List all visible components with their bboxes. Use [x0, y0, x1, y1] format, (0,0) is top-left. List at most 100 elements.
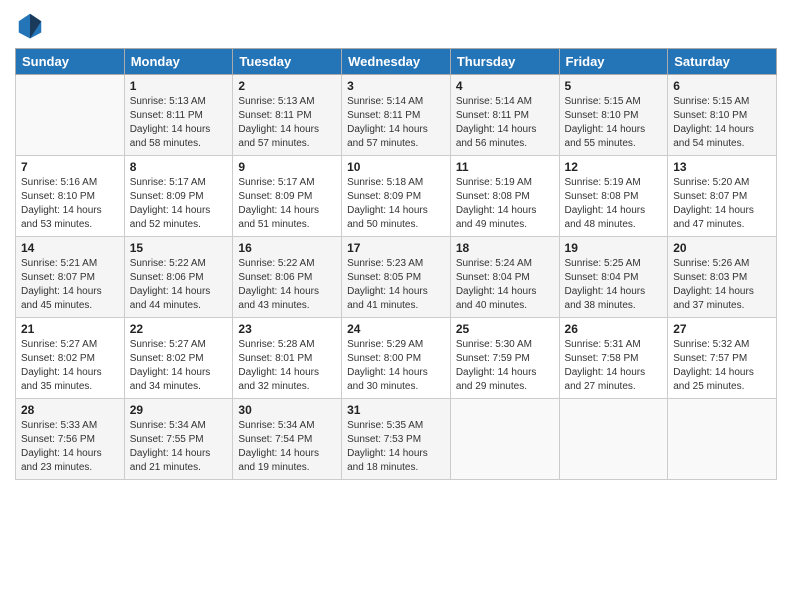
day-cell: 18 Sunrise: 5:24 AMSunset: 8:04 PMDayligh… — [450, 237, 559, 318]
day-number: 6 — [673, 79, 771, 93]
day-cell: 13 Sunrise: 5:20 AMSunset: 8:07 PMDayligh… — [668, 156, 777, 237]
day-info: Sunrise: 5:27 AMSunset: 8:02 PMDaylight:… — [130, 338, 228, 394]
day-number: 30 — [238, 403, 336, 417]
day-info: Sunrise: 5:15 AMSunset: 8:10 PMDaylight:… — [673, 95, 771, 151]
day-info: Sunrise: 5:34 AMSunset: 7:54 PMDaylight:… — [238, 419, 336, 475]
day-cell: 24 Sunrise: 5:29 AMSunset: 8:00 PMDayligh… — [342, 318, 451, 399]
day-cell: 8 Sunrise: 5:17 AMSunset: 8:09 PMDaylight… — [124, 156, 233, 237]
day-info: Sunrise: 5:21 AMSunset: 8:07 PMDaylight:… — [21, 257, 119, 313]
day-info: Sunrise: 5:24 AMSunset: 8:04 PMDaylight:… — [456, 257, 554, 313]
day-number: 18 — [456, 241, 554, 255]
day-cell: 23 Sunrise: 5:28 AMSunset: 8:01 PMDayligh… — [233, 318, 342, 399]
day-cell: 20 Sunrise: 5:26 AMSunset: 8:03 PMDayligh… — [668, 237, 777, 318]
weekday-wednesday: Wednesday — [342, 49, 451, 75]
weekday-saturday: Saturday — [668, 49, 777, 75]
week-row-3: 14 Sunrise: 5:21 AMSunset: 8:07 PMDayligh… — [16, 237, 777, 318]
logo-icon — [15, 10, 45, 40]
day-cell: 27Sunrise: 5:32 AMSunset: 7:57 PMDayligh… — [668, 318, 777, 399]
day-info: Sunrise: 5:16 AMSunset: 8:10 PMDaylight:… — [21, 176, 119, 232]
day-info: Sunrise: 5:19 AMSunset: 8:08 PMDaylight:… — [456, 176, 554, 232]
logo — [15, 10, 49, 40]
week-row-5: 28Sunrise: 5:33 AMSunset: 7:56 PMDayligh… — [16, 399, 777, 480]
week-row-4: 21 Sunrise: 5:27 AMSunset: 8:02 PMDayligh… — [16, 318, 777, 399]
day-cell: 15Sunrise: 5:22 AMSunset: 8:06 PMDayligh… — [124, 237, 233, 318]
day-info: Sunrise: 5:14 AMSunset: 8:11 PMDaylight:… — [456, 95, 554, 151]
weekday-thursday: Thursday — [450, 49, 559, 75]
weekday-monday: Monday — [124, 49, 233, 75]
day-cell: 31 Sunrise: 5:35 AMSunset: 7:53 PMDayligh… — [342, 399, 451, 480]
day-number: 7 — [21, 160, 119, 174]
day-info: Sunrise: 5:18 AMSunset: 8:09 PMDaylight:… — [347, 176, 445, 232]
week-row-1: 1Sunrise: 5:13 AMSunset: 8:11 PMDaylight… — [16, 75, 777, 156]
day-number: 16 — [238, 241, 336, 255]
weekday-friday: Friday — [559, 49, 668, 75]
day-cell: 28Sunrise: 5:33 AMSunset: 7:56 PMDayligh… — [16, 399, 125, 480]
day-number: 20 — [673, 241, 771, 255]
page: SundayMondayTuesdayWednesdayThursdayFrid… — [0, 0, 792, 490]
day-cell: 25 Sunrise: 5:30 AMSunset: 7:59 PMDayligh… — [450, 318, 559, 399]
day-number: 21 — [21, 322, 119, 336]
header — [15, 10, 777, 40]
day-number: 5 — [565, 79, 663, 93]
day-info: Sunrise: 5:22 AMSunset: 8:06 PMDaylight:… — [238, 257, 336, 313]
day-info: Sunrise: 5:19 AMSunset: 8:08 PMDaylight:… — [565, 176, 663, 232]
calendar: SundayMondayTuesdayWednesdayThursdayFrid… — [15, 48, 777, 480]
day-info: Sunrise: 5:28 AMSunset: 8:01 PMDaylight:… — [238, 338, 336, 394]
day-cell: 6 Sunrise: 5:15 AMSunset: 8:10 PMDaylight… — [668, 75, 777, 156]
day-number: 13 — [673, 160, 771, 174]
weekday-sunday: Sunday — [16, 49, 125, 75]
day-cell — [559, 399, 668, 480]
day-number: 4 — [456, 79, 554, 93]
day-cell: 7 Sunrise: 5:16 AMSunset: 8:10 PMDaylight… — [16, 156, 125, 237]
day-number: 28 — [21, 403, 119, 417]
day-cell: 2Sunrise: 5:13 AMSunset: 8:11 PMDaylight… — [233, 75, 342, 156]
day-number: 14 — [21, 241, 119, 255]
day-number: 3 — [347, 79, 445, 93]
day-number: 22 — [130, 322, 228, 336]
day-number: 8 — [130, 160, 228, 174]
day-cell: 1Sunrise: 5:13 AMSunset: 8:11 PMDaylight… — [124, 75, 233, 156]
day-info: Sunrise: 5:13 AMSunset: 8:11 PMDaylight:… — [238, 95, 336, 151]
day-number: 23 — [238, 322, 336, 336]
day-cell: 11 Sunrise: 5:19 AMSunset: 8:08 PMDayligh… — [450, 156, 559, 237]
day-number: 11 — [456, 160, 554, 174]
day-cell: 21 Sunrise: 5:27 AMSunset: 8:02 PMDayligh… — [16, 318, 125, 399]
day-cell: 16 Sunrise: 5:22 AMSunset: 8:06 PMDayligh… — [233, 237, 342, 318]
day-number: 27 — [673, 322, 771, 336]
day-number: 25 — [456, 322, 554, 336]
day-cell: 14 Sunrise: 5:21 AMSunset: 8:07 PMDayligh… — [16, 237, 125, 318]
day-cell: 9Sunrise: 5:17 AMSunset: 8:09 PMDaylight… — [233, 156, 342, 237]
day-number: 31 — [347, 403, 445, 417]
day-info: Sunrise: 5:31 AMSunset: 7:58 PMDaylight:… — [565, 338, 663, 394]
day-info: Sunrise: 5:34 AMSunset: 7:55 PMDaylight:… — [130, 419, 228, 475]
day-number: 10 — [347, 160, 445, 174]
weekday-header-row: SundayMondayTuesdayWednesdayThursdayFrid… — [16, 49, 777, 75]
day-number: 19 — [565, 241, 663, 255]
day-number: 17 — [347, 241, 445, 255]
day-cell — [668, 399, 777, 480]
day-info: Sunrise: 5:20 AMSunset: 8:07 PMDaylight:… — [673, 176, 771, 232]
day-cell: 26Sunrise: 5:31 AMSunset: 7:58 PMDayligh… — [559, 318, 668, 399]
day-info: Sunrise: 5:13 AMSunset: 8:11 PMDaylight:… — [130, 95, 228, 151]
day-info: Sunrise: 5:15 AMSunset: 8:10 PMDaylight:… — [565, 95, 663, 151]
day-info: Sunrise: 5:35 AMSunset: 7:53 PMDaylight:… — [347, 419, 445, 475]
day-cell: 10 Sunrise: 5:18 AMSunset: 8:09 PMDayligh… — [342, 156, 451, 237]
day-info: Sunrise: 5:30 AMSunset: 7:59 PMDaylight:… — [456, 338, 554, 394]
day-info: Sunrise: 5:14 AMSunset: 8:11 PMDaylight:… — [347, 95, 445, 151]
day-info: Sunrise: 5:23 AMSunset: 8:05 PMDaylight:… — [347, 257, 445, 313]
day-number: 24 — [347, 322, 445, 336]
day-info: Sunrise: 5:17 AMSunset: 8:09 PMDaylight:… — [130, 176, 228, 232]
day-info: Sunrise: 5:26 AMSunset: 8:03 PMDaylight:… — [673, 257, 771, 313]
week-row-2: 7 Sunrise: 5:16 AMSunset: 8:10 PMDaylight… — [16, 156, 777, 237]
day-number: 12 — [565, 160, 663, 174]
day-cell: 19Sunrise: 5:25 AMSunset: 8:04 PMDayligh… — [559, 237, 668, 318]
weekday-tuesday: Tuesday — [233, 49, 342, 75]
day-info: Sunrise: 5:29 AMSunset: 8:00 PMDaylight:… — [347, 338, 445, 394]
day-info: Sunrise: 5:27 AMSunset: 8:02 PMDaylight:… — [21, 338, 119, 394]
day-cell — [450, 399, 559, 480]
day-info: Sunrise: 5:17 AMSunset: 8:09 PMDaylight:… — [238, 176, 336, 232]
day-cell: 22 Sunrise: 5:27 AMSunset: 8:02 PMDayligh… — [124, 318, 233, 399]
day-number: 15 — [130, 241, 228, 255]
day-cell: 3 Sunrise: 5:14 AMSunset: 8:11 PMDaylight… — [342, 75, 451, 156]
day-cell: 4 Sunrise: 5:14 AMSunset: 8:11 PMDaylight… — [450, 75, 559, 156]
